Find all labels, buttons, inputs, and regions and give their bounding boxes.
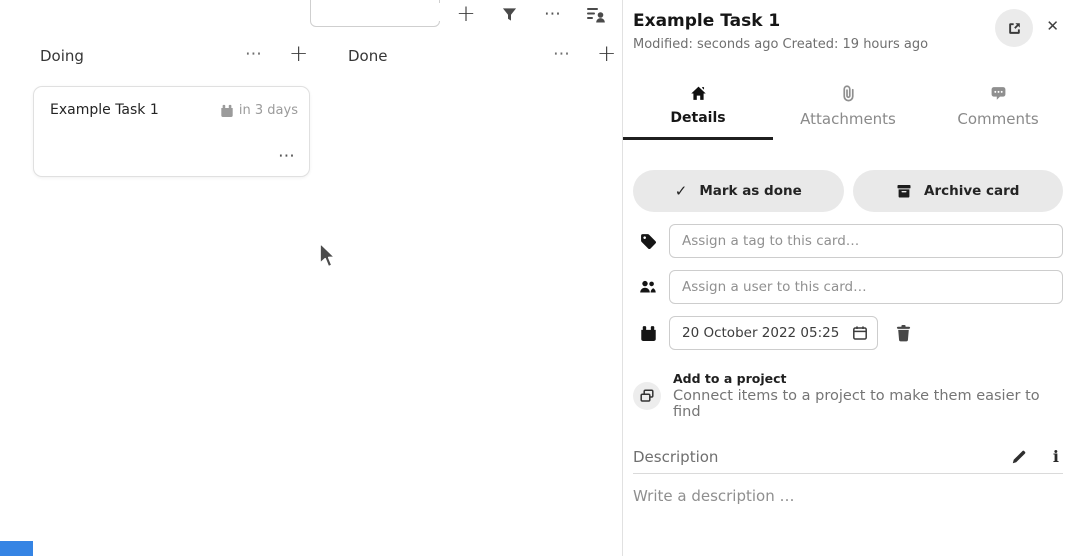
task-card[interactable]: Example Task 1 in 3 days ⋯ xyxy=(33,86,310,177)
due-date-field[interactable]: 20 October 2022 05:25 xyxy=(669,316,878,350)
description-divider xyxy=(633,473,1063,474)
mouse-cursor-icon xyxy=(317,241,339,271)
calendar-icon xyxy=(640,325,657,342)
panel-header: Example Task 1 Modified: seconds ago Cre… xyxy=(623,0,1073,52)
trash-icon xyxy=(895,324,912,342)
open-in-window-button[interactable] xyxy=(995,9,1033,47)
paperclip-icon xyxy=(841,85,856,102)
card-due-label: in 3 days xyxy=(239,103,298,118)
assign-tag-input[interactable] xyxy=(669,224,1063,258)
column-menu-button[interactable]: ⋯ xyxy=(245,44,262,64)
bottom-left-accent-fragment xyxy=(0,541,33,556)
add-to-project-row[interactable]: Add to a project Connect items to a proj… xyxy=(633,371,1063,420)
open-calendar-button[interactable] xyxy=(852,325,868,341)
sort-by-user-icon xyxy=(587,6,606,23)
home-icon xyxy=(690,85,707,102)
edit-description-button[interactable] xyxy=(1011,449,1027,465)
tab-comments[interactable]: Comments xyxy=(923,79,1073,140)
panel-title: Example Task 1 xyxy=(633,10,995,33)
remove-due-date-button[interactable] xyxy=(895,324,912,342)
check-icon: ✓ xyxy=(675,182,688,200)
archive-icon xyxy=(896,183,912,199)
tab-label: Details xyxy=(670,110,725,126)
add-card-button[interactable]: + xyxy=(289,41,308,67)
filter-icon xyxy=(502,7,517,22)
description-label: Description xyxy=(633,448,1011,466)
add-to-project-title: Add to a project xyxy=(673,371,1063,386)
panel-modified-created-meta: Modified: seconds ago Created: 19 hours … xyxy=(633,37,995,52)
add-card-toolbar-button[interactable]: + xyxy=(455,0,477,28)
pencil-icon xyxy=(1011,449,1027,465)
board-area: + ⋯ Doing ⋯ + Done ⋯ + Example Task 1 xyxy=(0,0,622,556)
tag-field-row xyxy=(633,224,1063,258)
archive-card-button[interactable]: Archive card xyxy=(853,170,1064,212)
close-panel-button[interactable]: ✕ xyxy=(1046,19,1059,35)
open-external-icon xyxy=(1006,20,1023,37)
calendar-icon xyxy=(220,104,234,118)
info-icon[interactable]: i xyxy=(1053,447,1059,466)
project-chip xyxy=(633,382,661,410)
card-detail-panel: Example Task 1 Modified: seconds ago Cre… xyxy=(623,0,1073,556)
mark-as-done-button[interactable]: ✓ Mark as done xyxy=(633,170,844,212)
description-section: Description i Write a description … xyxy=(633,447,1063,505)
archive-card-label: Archive card xyxy=(924,183,1019,199)
mark-as-done-label: Mark as done xyxy=(699,183,801,199)
chat-icon xyxy=(990,86,1007,102)
card-menu-button[interactable]: ⋯ xyxy=(278,146,295,166)
column-title-doing: Doing xyxy=(40,47,84,65)
description-placeholder[interactable]: Write a description … xyxy=(633,487,1063,505)
board-menu-button[interactable]: ⋯ xyxy=(541,0,565,28)
panel-tabs: Details Attachments Comments xyxy=(623,79,1073,140)
tag-icon xyxy=(640,233,657,250)
column-menu-button[interactable]: ⋯ xyxy=(553,44,570,64)
projects-icon xyxy=(639,388,655,404)
tab-details[interactable]: Details xyxy=(623,79,773,140)
user-field-row xyxy=(633,270,1063,304)
card-actions: ✓ Mark as done Archive card xyxy=(633,170,1063,212)
search-box[interactable] xyxy=(310,0,440,27)
assign-user-input[interactable] xyxy=(669,270,1063,304)
column-title-done: Done xyxy=(348,47,387,65)
due-date-row: 20 October 2022 05:25 xyxy=(633,316,1063,350)
calendar-picker-icon xyxy=(852,325,868,341)
due-date-value: 20 October 2022 05:25 xyxy=(682,325,852,341)
add-card-button[interactable]: + xyxy=(597,41,616,67)
users-icon xyxy=(639,279,657,295)
card-title: Example Task 1 xyxy=(50,102,159,118)
card-due-date: in 3 days xyxy=(220,103,298,118)
tab-label: Attachments xyxy=(800,110,896,128)
sort-by-user-button[interactable] xyxy=(584,0,608,28)
tab-attachments[interactable]: Attachments xyxy=(773,79,923,140)
tab-label: Comments xyxy=(957,110,1038,128)
add-to-project-subtitle: Connect items to a project to make them … xyxy=(673,388,1063,420)
filter-button[interactable] xyxy=(499,0,519,28)
